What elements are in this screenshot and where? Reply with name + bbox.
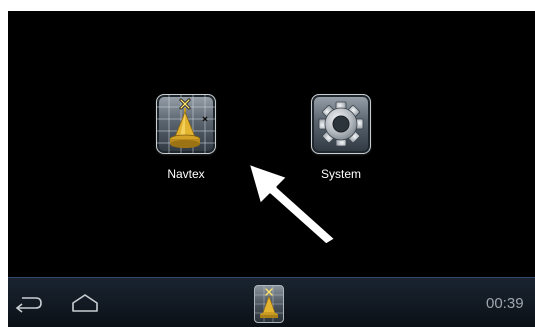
back-button[interactable] xyxy=(14,292,44,314)
device-screen: Navtex System 00:39 xyxy=(8,11,535,327)
system-gear-icon[interactable] xyxy=(311,94,371,154)
navtex-buoy-icon xyxy=(255,286,283,322)
navigation-bar: 00:39 xyxy=(8,277,535,327)
taskbar-navtex-button[interactable] xyxy=(254,285,284,323)
app-label-navtex: Navtex xyxy=(167,167,205,181)
pointer-arrow-icon xyxy=(246,161,338,247)
home-screen: Navtex System xyxy=(8,11,535,277)
back-arrow-icon xyxy=(15,297,42,313)
app-navtex[interactable]: Navtex xyxy=(146,92,226,192)
home-button[interactable] xyxy=(70,292,100,314)
navtex-buoy-icon[interactable] xyxy=(156,94,216,154)
home-icon xyxy=(72,294,98,312)
clock: 00:39 xyxy=(486,295,524,312)
